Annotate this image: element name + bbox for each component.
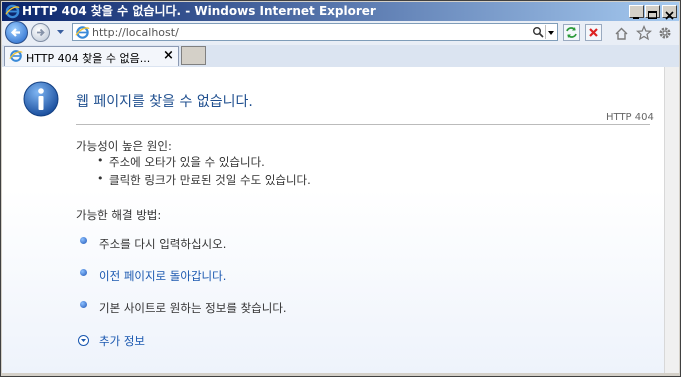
dropdown-icon[interactable] (56, 29, 65, 36)
search-icon[interactable] (532, 26, 544, 38)
navigation-bar: http://localhost/ (2, 21, 679, 45)
new-tab-button[interactable] (181, 46, 206, 65)
solution-main-site: 기본 사이트로 원하는 정보를 찾습니다. (99, 301, 287, 315)
back-icon (10, 28, 20, 37)
vertical-scrollbar[interactable] (664, 67, 679, 373)
solutions-title: 가능한 해결 방법: (76, 208, 162, 222)
forward-button[interactable] (31, 23, 50, 42)
maximize-button[interactable] (645, 5, 660, 19)
heading-divider (76, 124, 650, 125)
tab-ie-icon (9, 50, 23, 62)
bullet-icon (80, 269, 87, 276)
maximize-icon (648, 11, 657, 19)
cause-bullet: • (97, 154, 104, 167)
tools-gear-icon[interactable] (657, 25, 673, 41)
cause-item: 클릭한 링크가 만료된 것일 수도 있습니다. (109, 173, 311, 187)
more-info-link[interactable]: 추가 정보 (99, 333, 145, 349)
page-content: 웹 페이지를 찾을 수 없습니다. HTTP 404 가능성이 높은 원인: •… (2, 67, 664, 373)
minimize-button[interactable] (629, 5, 644, 19)
close-button[interactable] (662, 5, 677, 20)
chevron-down-icon (548, 31, 554, 35)
address-bar[interactable]: http://localhost/ (72, 23, 558, 41)
window-bottom-border (1, 373, 680, 376)
solution-retype: 주소를 다시 입력하십시오. (99, 237, 227, 251)
back-button[interactable] (5, 21, 28, 44)
go-back-link[interactable]: 이전 페이지로 돌아갑니다. (99, 268, 226, 284)
home-icon[interactable] (614, 26, 629, 41)
http-status-code: HTTP 404 (606, 112, 654, 123)
causes-title: 가능성이 높은 원인: (76, 139, 172, 153)
close-icon (665, 11, 674, 20)
refresh-icon (566, 27, 577, 38)
page-ie-icon (75, 26, 90, 39)
title-bar: HTTP 404 찾을 수 없습니다. - Windows Internet E… (2, 2, 679, 21)
forward-icon (37, 28, 45, 37)
stop-icon (589, 28, 598, 37)
info-icon (23, 81, 59, 117)
tab-label: HTTP 404 찾을 수 없음... (26, 52, 151, 65)
window-title: HTTP 404 찾을 수 없습니다. - Windows Internet E… (22, 4, 376, 18)
refresh-button[interactable] (563, 24, 580, 41)
cause-bullet: • (97, 172, 104, 185)
bullet-icon (80, 301, 87, 308)
browser-window: HTTP 404 찾을 수 없습니다. - Windows Internet E… (0, 0, 681, 377)
page-heading: 웹 페이지를 찾을 수 없습니다. (76, 94, 253, 110)
cause-item: 주소에 오타가 있을 수 있습니다. (109, 155, 265, 169)
address-url: http://localhost/ (92, 26, 179, 39)
expand-icon[interactable] (78, 335, 89, 346)
tab-404[interactable]: HTTP 404 찾을 수 없음... × (4, 46, 179, 66)
tab-close-button[interactable]: × (163, 48, 174, 63)
minimize-icon (633, 17, 639, 19)
ie-logo-icon (5, 4, 20, 19)
stop-button[interactable] (585, 24, 602, 41)
favorites-star-icon[interactable] (636, 25, 652, 41)
tab-bar: HTTP 404 찾을 수 없음... × (2, 45, 679, 68)
bullet-icon (80, 237, 87, 244)
address-dropdown-button[interactable] (545, 25, 557, 39)
